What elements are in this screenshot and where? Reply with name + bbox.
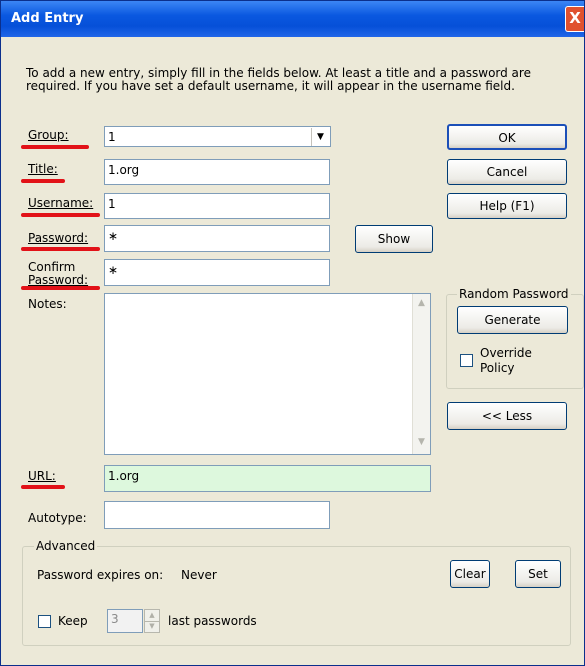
help-button[interactable]: Help (F1) bbox=[447, 193, 567, 219]
add-entry-dialog: Add Entry X To add a new entry, simply f… bbox=[0, 0, 585, 666]
cancel-button[interactable]: Cancel bbox=[447, 159, 567, 185]
notes-scrollbar[interactable]: ▲ ▼ bbox=[412, 294, 430, 454]
password-expires-label: Password expires on: bbox=[37, 568, 164, 582]
override-policy-label-line1: Override bbox=[480, 346, 532, 360]
url-annotation-underline bbox=[21, 485, 65, 489]
keep-passwords-checkbox[interactable] bbox=[38, 615, 51, 628]
override-policy-label-line2: Policy bbox=[480, 361, 515, 375]
group-annotation-underline bbox=[21, 145, 89, 149]
override-policy-checkbox[interactable] bbox=[460, 354, 473, 367]
username-label: Username: bbox=[28, 196, 94, 210]
group-select-value: 1 bbox=[108, 130, 116, 144]
window-title: Add Entry bbox=[11, 11, 84, 26]
url-input[interactable]: 1.org bbox=[104, 465, 431, 492]
scroll-down-icon[interactable]: ▼ bbox=[414, 435, 429, 450]
group-label: Group: bbox=[28, 128, 69, 142]
close-icon[interactable]: X bbox=[565, 6, 584, 32]
chevron-down-icon[interactable]: ▼ bbox=[311, 128, 329, 146]
group-select[interactable]: 1 ▼ bbox=[104, 126, 331, 147]
password-annotation-underline bbox=[21, 247, 100, 251]
confirm-label-line1: Confirm bbox=[28, 260, 76, 274]
clear-button[interactable]: Clear bbox=[450, 560, 490, 588]
url-label: URL: bbox=[28, 469, 56, 483]
notes-textarea[interactable]: ▲ ▼ bbox=[104, 293, 431, 455]
password-input[interactable]: ∗ bbox=[104, 225, 330, 252]
random-password-title: Random Password bbox=[457, 287, 571, 301]
less-button[interactable]: << Less bbox=[447, 402, 567, 430]
keep-count-input[interactable]: 3 bbox=[107, 609, 143, 633]
title-label: Title: bbox=[28, 162, 58, 176]
keep-count-spinner[interactable]: ▲ ▼ bbox=[144, 609, 160, 633]
username-annotation-underline bbox=[21, 213, 100, 217]
confirm-label-line2: Password: bbox=[28, 273, 89, 287]
username-input[interactable]: 1 bbox=[104, 193, 330, 219]
ok-button[interactable]: OK bbox=[447, 124, 567, 150]
advanced-title: Advanced bbox=[34, 539, 98, 553]
title-bar[interactable]: Add Entry X bbox=[1, 1, 584, 37]
title-input[interactable]: 1.org bbox=[104, 159, 330, 185]
generate-button[interactable]: Generate bbox=[457, 306, 568, 334]
password-expires-value: Never bbox=[181, 568, 217, 582]
notes-label: Notes: bbox=[28, 297, 67, 311]
confirm-password-annotation-underline bbox=[21, 286, 100, 290]
confirm-password-input[interactable]: ∗ bbox=[104, 259, 330, 286]
password-label: Password: bbox=[28, 231, 89, 245]
intro-text: To add a new entry, simply fill in the f… bbox=[26, 66, 531, 93]
autotype-label: Autotype: bbox=[28, 511, 87, 525]
scroll-up-icon[interactable]: ▲ bbox=[414, 296, 429, 311]
set-button[interactable]: Set bbox=[515, 560, 561, 588]
keep-label: Keep bbox=[58, 614, 88, 628]
title-annotation-underline bbox=[21, 179, 65, 183]
spinner-down-icon[interactable]: ▼ bbox=[145, 621, 159, 632]
last-passwords-label: last passwords bbox=[168, 614, 257, 628]
show-password-button[interactable]: Show bbox=[355, 225, 433, 253]
autotype-input[interactable] bbox=[104, 501, 330, 529]
